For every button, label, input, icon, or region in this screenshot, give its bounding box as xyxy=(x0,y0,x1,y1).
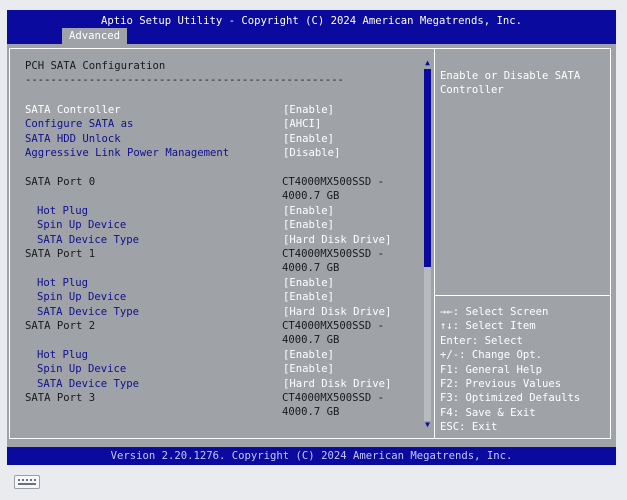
title-rule: ----------------------------------------… xyxy=(25,74,344,86)
help-separator xyxy=(435,295,610,296)
setting-label-sata-hdd-unlock[interactable]: SATA HDD Unlock xyxy=(25,132,121,147)
port-device-1-line2: 4000.7 GB xyxy=(282,262,340,274)
port-device-1-line1: CT4000MX500SSD - xyxy=(282,248,385,260)
setting-value-sata-controller[interactable]: [Enable] xyxy=(283,103,334,118)
port-device-0-line1: CT4000MX500SSD - xyxy=(282,176,385,188)
title-bar: Aptio Setup Utility - Copyright (C) 2024… xyxy=(7,10,616,44)
port-label-2: SATA Port 2 xyxy=(25,320,96,332)
port2-device-type-label[interactable]: SATA Device Type xyxy=(37,377,139,392)
port-device-3-line1: CT4000MX500SSD - xyxy=(282,392,385,404)
port-label-1: SATA Port 1 xyxy=(25,248,96,260)
scrollbar[interactable]: ▲ ▼ xyxy=(424,59,431,429)
port-device-2-line1: CT4000MX500SSD - xyxy=(282,320,385,332)
setting-label-aggressive-link-power[interactable]: Aggressive Link Power Management xyxy=(25,146,229,161)
key-hint-select-item: ↑↓: Select Item xyxy=(440,320,536,332)
scroll-track[interactable] xyxy=(424,69,431,421)
help-text-line2: Controller xyxy=(440,84,504,96)
port2-device-type-value[interactable]: [Hard Disk Drive] xyxy=(283,377,391,392)
port-label-3: SATA Port 3 xyxy=(25,392,96,404)
app-title: Aptio Setup Utility - Copyright (C) 2024… xyxy=(101,15,522,27)
port1-hot-plug-label[interactable]: Hot Plug xyxy=(37,276,88,291)
port2-spin-up-value[interactable]: [Enable] xyxy=(283,362,334,377)
setting-value-configure-sata-as[interactable]: [AHCI] xyxy=(283,117,321,132)
port1-spin-up-value[interactable]: [Enable] xyxy=(283,290,334,305)
keyboard-icon[interactable] xyxy=(14,475,40,489)
port2-hot-plug-value[interactable]: [Enable] xyxy=(283,348,334,363)
tab-advanced[interactable]: Advanced xyxy=(62,28,128,44)
port0-device-type-label[interactable]: SATA Device Type xyxy=(37,233,139,248)
key-hint-esc-exit: ESC: Exit xyxy=(440,421,498,433)
setting-value-sata-hdd-unlock[interactable]: [Enable] xyxy=(283,132,334,147)
scroll-up-arrow-icon[interactable]: ▲ xyxy=(424,59,431,67)
key-hint-select-screen: →←: Select Screen xyxy=(440,306,549,318)
setting-label-configure-sata-as[interactable]: Configure SATA as xyxy=(25,117,133,132)
panel-divider xyxy=(434,49,435,438)
port0-spin-up-value[interactable]: [Enable] xyxy=(283,218,334,233)
port2-hot-plug-label[interactable]: Hot Plug xyxy=(37,348,88,363)
main-frame: PCH SATA Configuration -----------------… xyxy=(9,48,611,439)
port1-spin-up-label[interactable]: Spin Up Device xyxy=(37,290,126,305)
port0-hot-plug-value[interactable]: [Enable] xyxy=(283,204,334,219)
port-device-3-line2: 4000.7 GB xyxy=(282,406,340,418)
footer-bar: Version 2.20.1276. Copyright (C) 2024 Am… xyxy=(7,447,616,465)
scroll-thumb[interactable] xyxy=(424,69,431,267)
key-hint-change-opt: +/-: Change Opt. xyxy=(440,349,543,361)
port1-hot-plug-value[interactable]: [Enable] xyxy=(283,276,334,291)
bios-screen: Aptio Setup Utility - Copyright (C) 2024… xyxy=(7,10,616,465)
port0-hot-plug-label[interactable]: Hot Plug xyxy=(37,204,88,219)
help-text-line1: Enable or Disable SATA xyxy=(440,70,581,82)
setting-label-sata-controller[interactable]: SATA Controller xyxy=(25,103,121,118)
port0-spin-up-label[interactable]: Spin Up Device xyxy=(37,218,126,233)
port-device-2-line2: 4000.7 GB xyxy=(282,334,340,346)
page-title: PCH SATA Configuration xyxy=(25,60,166,72)
version-text: Version 2.20.1276. Copyright (C) 2024 Am… xyxy=(110,450,513,462)
setting-value-aggressive-link-power[interactable]: [Disable] xyxy=(283,146,340,161)
key-hint-optimized-defaults: F3: Optimized Defaults xyxy=(440,392,581,404)
port1-device-type-value[interactable]: [Hard Disk Drive] xyxy=(283,305,391,320)
key-hint-general-help: F1: General Help xyxy=(440,364,543,376)
key-hint-save-exit: F4: Save & Exit xyxy=(440,407,536,419)
port0-device-type-value[interactable]: [Hard Disk Drive] xyxy=(283,233,391,248)
key-hint-enter: Enter: Select xyxy=(440,335,523,347)
port-device-0-line2: 4000.7 GB xyxy=(282,190,340,202)
port2-spin-up-label[interactable]: Spin Up Device xyxy=(37,362,126,377)
port1-device-type-label[interactable]: SATA Device Type xyxy=(37,305,139,320)
key-hint-previous-values: F2: Previous Values xyxy=(440,378,562,390)
scroll-down-arrow-icon[interactable]: ▼ xyxy=(424,421,431,429)
port-label-0: SATA Port 0 xyxy=(25,176,96,188)
